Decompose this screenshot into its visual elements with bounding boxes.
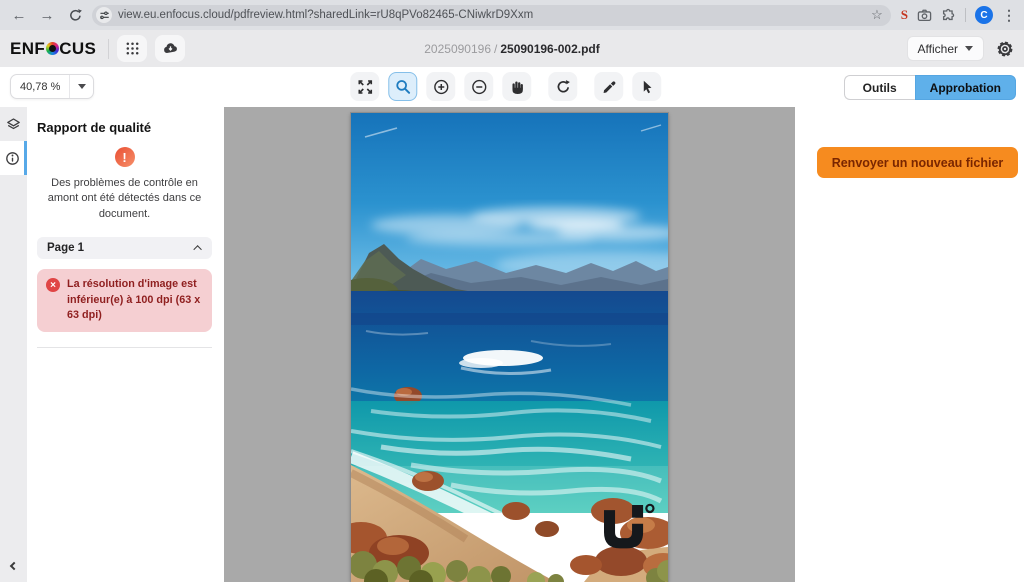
zoom-dropdown-button[interactable] <box>69 75 93 98</box>
document-filename: 25090196-002.pdf <box>500 42 599 56</box>
camera-glyph <box>917 8 932 23</box>
rotate-button[interactable] <box>548 72 577 101</box>
logo-text-pre: ENF <box>10 39 45 59</box>
reload-icon[interactable] <box>64 4 86 26</box>
chevron-up-icon <box>193 245 201 253</box>
chevron-left-icon <box>9 562 17 570</box>
tool-group <box>350 72 661 101</box>
error-item[interactable]: × La résolution d'image est inférieur(e)… <box>37 269 212 332</box>
content-area: Rapport de qualité ! Des problèmes de co… <box>0 107 1024 582</box>
zoom-control: 40,78 % <box>10 74 94 99</box>
apps-grid-button[interactable] <box>117 35 147 62</box>
url-text[interactable]: view.eu.enfocus.cloud/pdfreview.html?sha… <box>118 9 865 21</box>
panel-title: Rapport de qualité <box>37 120 212 135</box>
page-section-header[interactable]: Page 1 <box>37 237 212 259</box>
zoom-in-button[interactable] <box>426 72 455 101</box>
caret-down-icon <box>965 46 973 51</box>
document-canvas[interactable] <box>224 107 795 582</box>
reload-glyph <box>68 8 83 23</box>
zoom-in-icon <box>433 79 449 95</box>
extensions-icon[interactable] <box>941 8 956 23</box>
zoom-out-icon <box>471 79 487 95</box>
error-message: La résolution d'image est inférieur(e) à… <box>67 277 203 324</box>
collapse-sidebar-button[interactable] <box>0 556 27 576</box>
tune-glyph <box>99 10 110 21</box>
tools-label: Outils <box>863 81 897 95</box>
divider <box>37 347 212 348</box>
gear-icon <box>996 40 1014 58</box>
divider <box>108 39 109 59</box>
zoom-out-button[interactable] <box>464 72 493 101</box>
marquee-zoom-button[interactable] <box>388 72 417 101</box>
error-icon: × <box>46 278 60 292</box>
eyedropper-button[interactable] <box>594 72 623 101</box>
extension-s-icon[interactable]: S <box>901 7 908 23</box>
sidebar-rail <box>0 107 27 582</box>
browser-toolbar: ← → view.eu.enfocus.cloud/pdfreview.html… <box>0 0 1024 30</box>
hand-icon <box>509 79 525 95</box>
cursor-arrow-icon <box>639 79 655 95</box>
browser-menu-icon[interactable]: ⋮ <box>1002 7 1016 24</box>
document-title: 2025090196/25090196-002.pdf <box>0 42 1024 56</box>
order-id: 2025090196 <box>424 42 491 56</box>
warning-icon: ! <box>115 147 135 167</box>
tab-outils[interactable]: Outils <box>844 75 915 100</box>
pan-button[interactable] <box>502 72 531 101</box>
divider <box>965 8 966 22</box>
title-separator: / <box>491 42 500 56</box>
app-header: ENF CUS 2025090196/25090196-002.pdf <box>0 30 1024 67</box>
rail-tab-layers[interactable] <box>0 107 27 141</box>
approval-label: Approbation <box>930 81 1001 95</box>
rotate-icon <box>555 79 571 95</box>
fit-page-button[interactable] <box>350 72 379 101</box>
bookmark-star-icon[interactable]: ☆ <box>871 7 883 23</box>
resend-file-button[interactable]: Renvoyer un nouveau fichier <box>817 147 1018 178</box>
cloud-download-button[interactable] <box>155 35 185 62</box>
grid-icon <box>125 41 140 56</box>
profile-avatar[interactable]: C <box>975 6 993 24</box>
settings-button[interactable] <box>996 40 1014 58</box>
forward-icon[interactable]: → <box>36 4 58 26</box>
select-button[interactable] <box>632 72 661 101</box>
layers-icon <box>6 117 21 132</box>
eyedropper-icon <box>601 79 617 95</box>
quality-report-panel: Rapport de qualité ! Des problèmes de co… <box>27 107 224 582</box>
screenshot-icon[interactable] <box>917 8 932 23</box>
cloud-download-icon <box>162 41 179 56</box>
view-menu-button[interactable]: Afficher <box>907 36 984 61</box>
zoom-level[interactable]: 40,78 % <box>11 75 69 98</box>
view-menu-label: Afficher <box>918 42 958 56</box>
header-right: Afficher <box>907 36 1014 61</box>
warning-message: Des problèmes de contrôle en amont ont é… <box>37 176 212 222</box>
enfocus-logo: ENF CUS <box>10 39 96 59</box>
site-settings-icon[interactable] <box>96 7 112 23</box>
mode-switch: Outils Approbation <box>844 75 1016 100</box>
fit-screen-icon <box>357 79 373 95</box>
info-icon <box>5 151 20 166</box>
pdf-review-app: ← → view.eu.enfocus.cloud/pdfreview.html… <box>0 0 1024 582</box>
browser-extensions: S C ⋮ <box>897 6 1016 24</box>
puzzle-glyph <box>941 8 956 23</box>
logo-text-post: CUS <box>59 39 96 59</box>
approval-panel: Renvoyer un nouveau fichier <box>795 107 1024 582</box>
caret-down-icon <box>78 84 86 89</box>
page-section-label: Page 1 <box>47 242 84 254</box>
address-bar[interactable]: view.eu.enfocus.cloud/pdfreview.html?sha… <box>92 5 891 26</box>
magnifier-icon <box>395 79 411 95</box>
enfocus-logo-o-icon <box>46 42 59 55</box>
pdf-page-preview[interactable] <box>351 113 668 582</box>
rail-tab-info[interactable] <box>0 141 27 175</box>
tab-approbation[interactable]: Approbation <box>915 75 1016 100</box>
viewer-toolbar: 40,78 % <box>0 67 1024 107</box>
back-icon[interactable]: ← <box>8 4 30 26</box>
beach-photo <box>351 113 668 582</box>
